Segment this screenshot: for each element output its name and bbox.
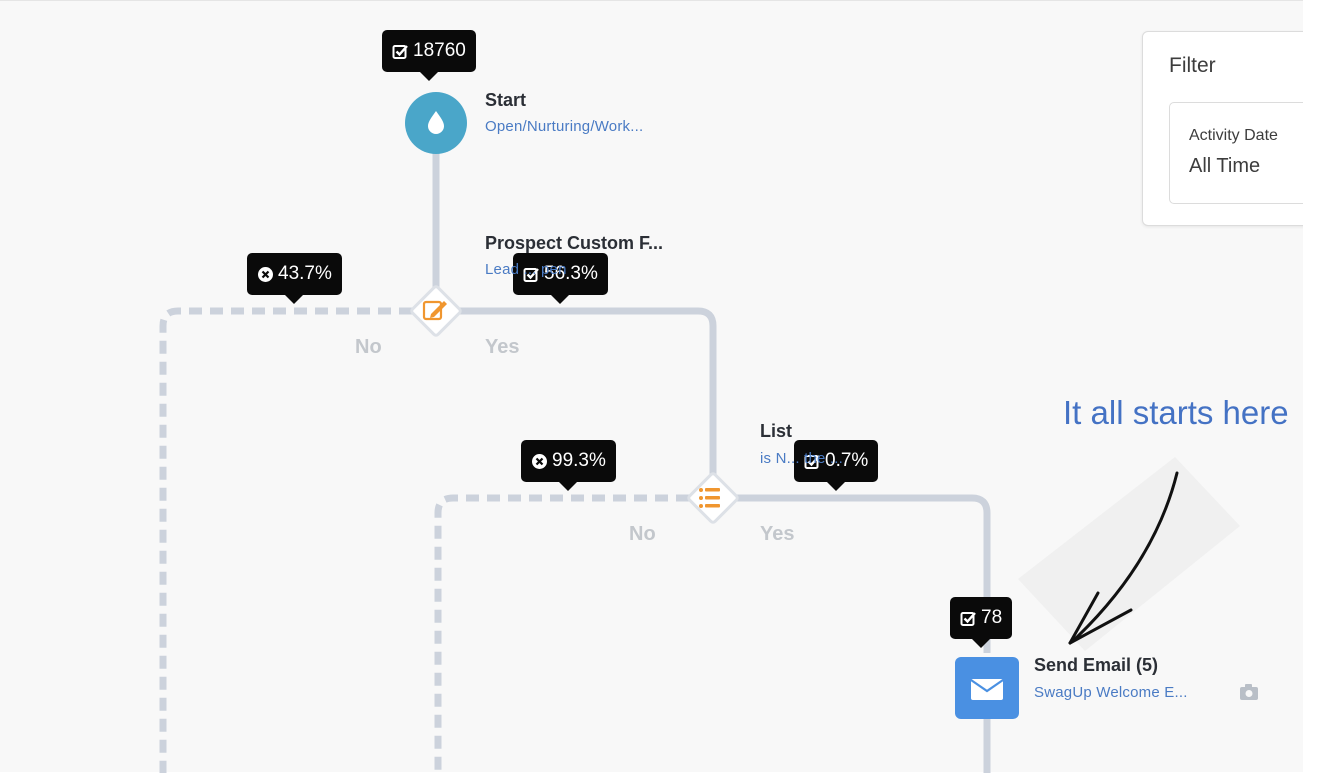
rule1-no-tooltip: 43.7%	[247, 253, 342, 304]
rule2-title[interactable]: List	[760, 421, 792, 442]
rule1-node[interactable]	[410, 285, 462, 337]
x-circle-icon	[531, 453, 548, 470]
rule2-no-label: No	[629, 523, 656, 545]
start-subtitle: Open/Nurturing/Work...	[485, 118, 644, 135]
camera-icon[interactable]	[1240, 684, 1258, 700]
filter-title: Filter	[1169, 54, 1216, 77]
email-subtitle: SwagUp Welcome E...	[1034, 684, 1188, 701]
annotation-text: It all starts here	[1063, 394, 1289, 431]
connector-rule1-no	[159, 307, 412, 773]
right-margin	[1303, 0, 1336, 772]
annotation-arrow	[1018, 457, 1240, 651]
rule2-yes-label: Yes	[760, 523, 795, 545]
activity-date-label: Activity Date	[1189, 127, 1278, 144]
checkbox-icon	[960, 610, 977, 627]
envelope-icon	[970, 679, 1004, 700]
start-count-tooltip: 18760	[382, 30, 476, 81]
rule2-subtitle: is N... the ...	[760, 450, 844, 467]
email-count-tooltip: 78	[950, 597, 1013, 648]
rule2-node[interactable]	[687, 472, 739, 524]
rule1-subtitle: Lead ... pen	[485, 261, 567, 278]
rule2-no-tooltip: 99.3%	[521, 440, 616, 491]
flow-canvas: 18760 43.7% 56.3% 99.3% 0.7% 78 Start Op…	[0, 0, 1331, 773]
rule1-yes-label: Yes	[485, 336, 520, 358]
filter-panel: Filter Activity Date All Time	[1142, 31, 1331, 226]
email-node[interactable]	[955, 657, 1019, 719]
activity-date-value: All Time	[1189, 155, 1261, 177]
start-node[interactable]	[405, 92, 467, 154]
email-title[interactable]: Send Email (5)	[1034, 655, 1158, 676]
rule1-no-label: No	[355, 336, 382, 358]
x-circle-icon	[257, 266, 274, 283]
checkbox-icon	[392, 43, 409, 60]
rule1-title[interactable]: Prospect Custom F...	[485, 233, 663, 254]
list-icon	[699, 488, 720, 508]
start-title[interactable]: Start	[485, 90, 526, 111]
